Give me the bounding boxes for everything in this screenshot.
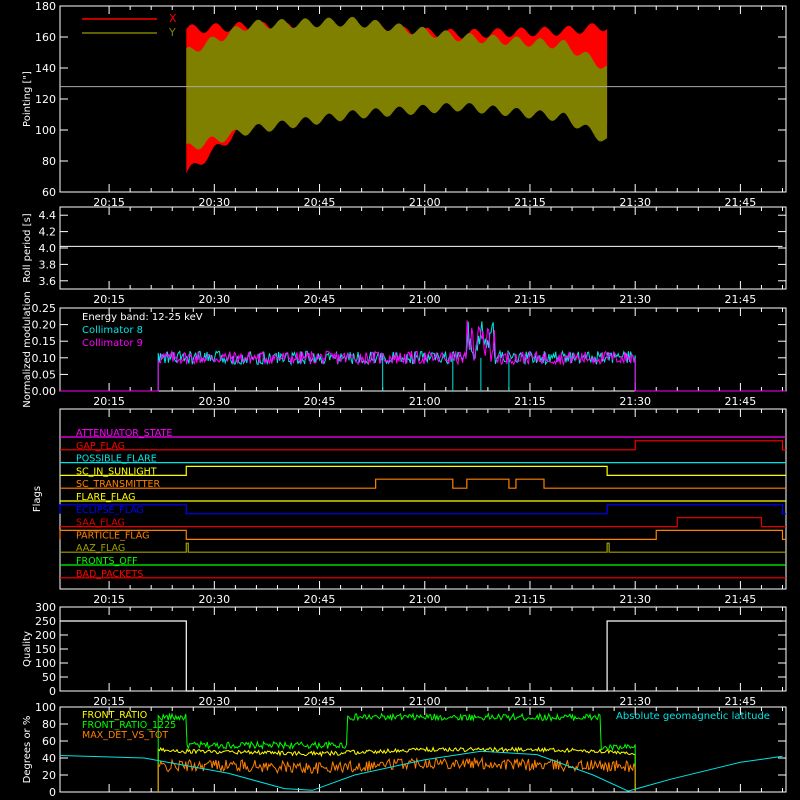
flag-label: BAD_PACKETS — [76, 569, 143, 580]
y-tick-label: 250 — [35, 615, 56, 628]
y-tick-label: 100 — [35, 701, 56, 714]
y-tick-label: 100 — [35, 124, 56, 137]
y-tick-label: 80 — [42, 718, 56, 731]
x-tick-label: 20:30 — [198, 695, 230, 708]
x-tick-label: 20:30 — [198, 593, 230, 606]
x-tick-label: 20:15 — [93, 593, 125, 606]
y-tick-label: 3.8 — [39, 258, 57, 271]
flag-label: FLARE_FLAG — [76, 492, 136, 503]
x-tick-label: 20:15 — [93, 695, 125, 708]
y-tick-label: 0 — [49, 685, 56, 698]
y-tick-label: 150 — [35, 643, 56, 656]
y-tick-label: 0.00 — [32, 385, 57, 398]
x-tick-label: 20:15 — [93, 395, 125, 408]
x-tick-label: 21:00 — [409, 395, 441, 408]
flag-label: SC_IN_SUNLIGHT — [76, 466, 157, 477]
geomagnetic-latitude-label: Absolute geomagnetic latitude — [616, 711, 770, 722]
x-tick-label: 20:45 — [304, 395, 336, 408]
energy-band-annotation: Energy band: 12-25 keV — [82, 312, 203, 323]
y-tick-label: 40 — [42, 752, 56, 765]
x-tick-label: 21:30 — [619, 395, 651, 408]
x-tick-label: 21:15 — [514, 293, 546, 306]
x-tick-label: 21:45 — [725, 395, 757, 408]
y-tick-label: 0.15 — [32, 335, 57, 348]
legend-collimator-9: Collimator 9 — [82, 338, 143, 349]
x-tick-label: 21:30 — [619, 695, 651, 708]
y-tick-label: 120 — [35, 93, 56, 106]
x-tick-label: 20:45 — [304, 293, 336, 306]
x-tick-label: 21:30 — [619, 593, 651, 606]
x-tick-label: 21:15 — [514, 395, 546, 408]
flag-label: SC_TRANSMITTER — [76, 479, 161, 490]
y-axis-label: Quality — [22, 631, 33, 667]
flag-label: POSSIBLE_FLARE — [76, 454, 157, 465]
flag-label: PARTICLE_FLAG — [76, 530, 149, 541]
x-tick-label: 21:00 — [409, 593, 441, 606]
y-tick-label: 80 — [42, 155, 56, 168]
flag-label: AAZ_FLAG — [76, 543, 125, 554]
x-tick-label: 20:15 — [93, 293, 125, 306]
flag-label: GAP_FLAG — [76, 441, 125, 452]
y-tick-label: 100 — [35, 657, 56, 670]
y-tick-label: 180 — [35, 0, 56, 13]
y-tick-label: 140 — [35, 62, 56, 75]
x-tick-label: 21:45 — [725, 593, 757, 606]
y-tick-label: 20 — [42, 769, 56, 782]
y-axis-label: Normalized modulation — [22, 291, 33, 408]
y-tick-label: 200 — [35, 629, 56, 642]
flag-label: SAA_FLAG — [76, 518, 125, 529]
flag-label: ECLIPSE_FLAG — [76, 505, 144, 516]
y-axis-label: Pointing ["] — [22, 71, 33, 127]
x-tick-label: 20:30 — [198, 293, 230, 306]
x-tick-label: 21:15 — [514, 695, 546, 708]
y-axis-label: Roll period [s] — [22, 213, 33, 282]
legend-max-det-vs-tot: MAX_DET_VS_TOT — [82, 730, 168, 741]
y-tick-label: 0.25 — [32, 302, 57, 315]
y-tick-label: 0 — [49, 786, 56, 799]
x-tick-label: 21:45 — [725, 293, 757, 306]
x-tick-label: 21:15 — [514, 593, 546, 606]
flag-label: ATTENUATOR_STATE — [76, 428, 172, 439]
legend-label-y: Y — [168, 26, 176, 39]
y-axis-label: Flags — [32, 486, 43, 512]
x-tick-label: 20:30 — [198, 395, 230, 408]
y-tick-label: 4.2 — [39, 226, 57, 239]
x-tick-label: 21:45 — [725, 695, 757, 708]
x-tick-label: 21:00 — [409, 695, 441, 708]
x-tick-label: 20:45 — [304, 593, 336, 606]
y-tick-label: 0.05 — [32, 368, 57, 381]
rhessi-quicklook-figure: 20:15 20:30 20:45 21:00 21:15 21:30 21:45 60 80 1… — [0, 0, 800, 800]
y-tick-label: 0.10 — [32, 352, 57, 365]
legend-label-x: X — [169, 12, 177, 25]
y-tick-label: 60 — [42, 735, 56, 748]
y-axis-label: Degrees or % — [22, 716, 33, 784]
flag-label: FRONTS_OFF — [76, 556, 138, 567]
x-tick-label: 20:45 — [304, 695, 336, 708]
x-tick-label: 21:30 — [619, 293, 651, 306]
legend-collimator-8: Collimator 8 — [82, 325, 143, 336]
y-tick-label: 0.20 — [32, 319, 57, 332]
y-tick-label: 300 — [35, 601, 56, 614]
y-tick-label: 60 — [42, 186, 56, 199]
y-tick-label: 3.6 — [39, 275, 57, 288]
y-tick-label: 160 — [35, 31, 56, 44]
y-tick-label: 4.0 — [39, 242, 57, 255]
y-tick-label: 4.4 — [39, 209, 57, 222]
x-tick-label: 21:00 — [409, 293, 441, 306]
y-tick-label: 50 — [42, 671, 56, 684]
